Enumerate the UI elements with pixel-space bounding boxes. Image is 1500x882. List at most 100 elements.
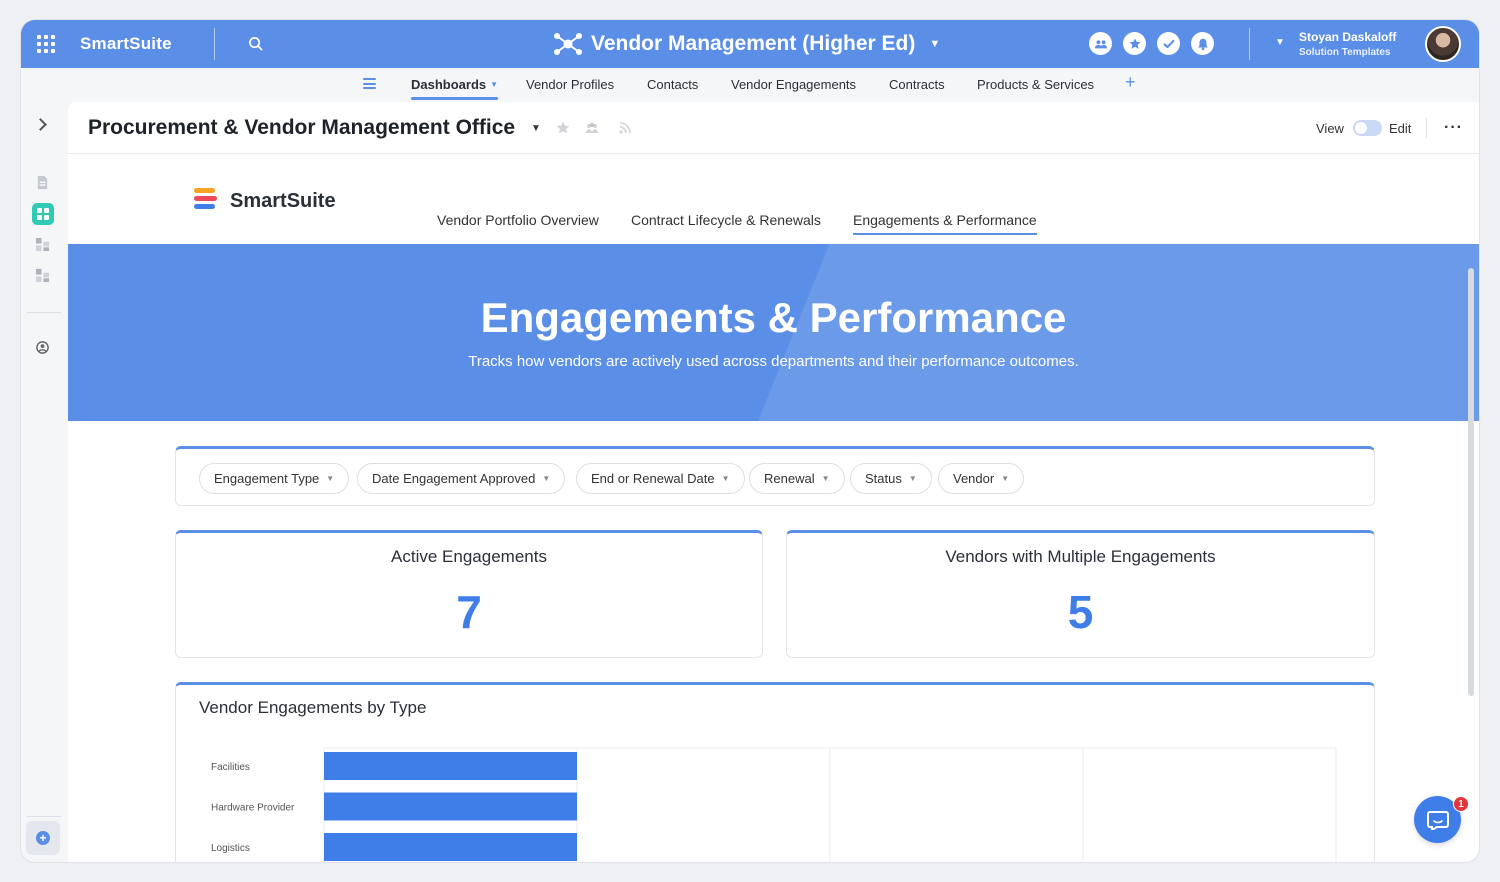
document-icon[interactable]	[35, 175, 50, 190]
chart-title: Vendor Engagements by Type	[199, 698, 427, 717]
filter-engagement-type[interactable]: Engagement Type ▼	[199, 463, 350, 494]
filter-status[interactable]: Status ▼	[850, 463, 932, 494]
tab-contacts[interactable]: Contacts	[647, 77, 698, 92]
app-window: SmartSuite Vendor Management (Higher Ed)…	[21, 20, 1479, 862]
members-button[interactable]	[1089, 32, 1112, 55]
tab-contracts[interactable]: Contracts	[889, 77, 945, 92]
bar[interactable]	[324, 752, 577, 780]
edit-mode-label: Edit	[1389, 121, 1412, 136]
solution-title: Vendor Management (Higher Ed)	[591, 32, 916, 55]
kpi-vendors-multiple: Vendors with Multiple Engagements 5	[786, 530, 1375, 658]
category-label: Facilities	[211, 762, 250, 773]
filter-label: Date Engagement Approved	[372, 471, 536, 486]
tab-vendor-portfolio-overview[interactable]: Vendor Portfolio Overview	[437, 212, 599, 228]
check-icon	[1163, 39, 1174, 48]
tab-dashboards[interactable]: Dashboards ▼	[411, 77, 499, 100]
bar-chart: Facilities Hardware Provider Logistics	[211, 747, 1337, 862]
dashboard-view-icon[interactable]	[32, 203, 54, 225]
kpi-label: Active Engagements	[391, 547, 547, 566]
divider	[1249, 28, 1250, 60]
plus-icon: +	[36, 831, 50, 845]
tab-vendor-profiles[interactable]: Vendor Profiles	[526, 77, 614, 92]
search-icon[interactable]	[248, 36, 263, 51]
chevron-down-icon: ▼	[326, 474, 335, 483]
people-icon	[1094, 39, 1107, 48]
kpi-value: 7	[456, 586, 482, 638]
filter-vendor[interactable]: Vendor ▼	[938, 463, 1025, 494]
logo-icon	[194, 188, 217, 211]
divider	[214, 28, 215, 60]
chevron-down-icon: ▼	[908, 474, 917, 483]
brand-name[interactable]: SmartSuite	[80, 34, 172, 54]
chart-card: Vendor Engagements by Type Facilities Har…	[175, 682, 1375, 862]
bar[interactable]	[324, 833, 577, 861]
chevron-down-icon[interactable]: ▼	[531, 123, 541, 134]
chevron-down-icon: ▼	[1001, 474, 1010, 483]
page-header: Procurement & Vendor Management Office ▼…	[68, 102, 1479, 154]
rss-icon[interactable]	[617, 120, 633, 136]
chevron-down-icon: ▼	[929, 38, 941, 50]
left-rail: +	[21, 102, 64, 862]
top-bar: SmartSuite Vendor Management (Higher Ed)…	[21, 20, 1479, 68]
chevron-right-icon[interactable]	[34, 118, 47, 131]
chevron-down-icon: ▼	[721, 474, 730, 483]
avatar[interactable]	[1425, 26, 1461, 62]
divider	[27, 816, 61, 817]
user-circle-icon[interactable]	[35, 340, 50, 355]
kpi-value: 5	[1067, 586, 1094, 638]
kpi-label: Vendors with Multiple Engagements	[945, 547, 1216, 566]
user-name: Stoyan Daskaloff	[1299, 30, 1397, 44]
category-label: Logistics	[211, 843, 250, 854]
filter-renewal[interactable]: Renewal ▼	[749, 463, 845, 494]
category-label: Hardware Provider	[211, 803, 295, 814]
filter-label: Engagement Type	[214, 471, 320, 486]
divider	[27, 312, 61, 313]
user-role: Solution Templates	[1299, 47, 1391, 58]
tab-products-services[interactable]: Products & Services	[977, 77, 1094, 92]
add-view-button[interactable]: +	[26, 821, 60, 855]
chevron-down-icon: ▼	[542, 474, 551, 483]
hero-title: Engagements & Performance	[480, 294, 1067, 341]
people-icon[interactable]	[584, 120, 600, 136]
notifications-button[interactable]	[1191, 32, 1214, 55]
chevron-down-icon: ▼	[490, 80, 499, 89]
star-icon[interactable]	[555, 120, 571, 136]
chevron-down-icon: ▼	[1275, 37, 1285, 48]
hero-subtitle: Tracks how vendors are actively used acr…	[468, 353, 1079, 370]
table-nav-bar: Dashboards ▼ Vendor Profiles Contacts Ven…	[21, 68, 1479, 102]
dashboard-icon[interactable]	[35, 268, 50, 283]
favorites-button[interactable]	[1123, 32, 1146, 55]
filter-date-approved[interactable]: Date Engagement Approved ▼	[357, 463, 566, 494]
filter-label: Renewal	[764, 471, 815, 486]
logo-text: SmartSuite	[230, 190, 336, 212]
chevron-down-icon: ▼	[821, 474, 830, 483]
page-title: Procurement & Vendor Management Office	[88, 116, 516, 139]
notification-badge: 1	[1453, 796, 1469, 812]
filter-label: End or Renewal Date	[591, 471, 715, 486]
tab-contract-lifecycle[interactable]: Contract Lifecycle & Renewals	[631, 212, 821, 228]
tab-vendor-engagements[interactable]: Vendor Engagements	[731, 77, 856, 92]
filter-label: Status	[865, 471, 902, 486]
divider	[1426, 118, 1427, 138]
solution-switcher[interactable]: Vendor Management (Higher Ed) ▼	[553, 30, 940, 58]
star-icon	[1128, 37, 1141, 49]
bar[interactable]	[324, 792, 577, 821]
hero-banner: Engagements & Performance Tracks how ven…	[68, 244, 1479, 421]
more-options-icon[interactable]: ···	[1444, 119, 1463, 137]
tab-label: Dashboards	[411, 77, 487, 92]
dashboard-panel: Procurement & Vendor Management Office ▼…	[68, 102, 1479, 862]
view-edit-toggle[interactable]	[1353, 120, 1382, 136]
scrollbar[interactable]	[1468, 268, 1474, 696]
menu-icon[interactable]	[363, 78, 376, 89]
tab-engagements-performance[interactable]: Engagements & Performance	[853, 212, 1037, 235]
apps-grid-icon[interactable]	[37, 35, 55, 53]
add-table-button[interactable]: +	[1125, 72, 1136, 93]
dashboard-icon[interactable]	[35, 237, 50, 252]
tasks-button[interactable]	[1157, 32, 1180, 55]
kpi-active-engagements: Active Engagements 7	[175, 530, 763, 658]
filter-bar: Engagement Type ▼ Date Engagement Approve…	[175, 446, 1375, 506]
filter-end-renewal-date[interactable]: End or Renewal Date ▼	[576, 463, 745, 494]
chat-icon	[1426, 810, 1449, 830]
bell-icon	[1197, 38, 1208, 50]
solution-network-icon	[554, 33, 582, 55]
